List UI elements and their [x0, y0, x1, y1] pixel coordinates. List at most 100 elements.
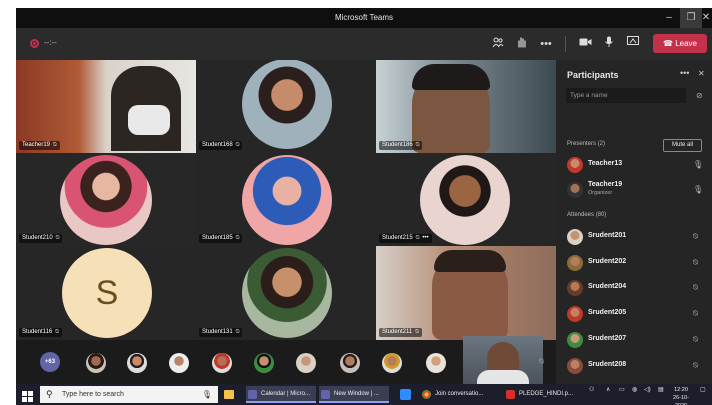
participant-name: Srudent205 [588, 309, 627, 316]
mic-icon[interactable]: 🎙 [693, 160, 703, 169]
participant-avatar[interactable] [127, 353, 147, 373]
camera-icon[interactable] [577, 36, 593, 52]
maximize-button[interactable]: ❐ [680, 8, 702, 28]
minimize-button[interactable]: – [658, 8, 680, 28]
taskbar-app-calendar[interactable]: Calendar | Micro... [246, 386, 316, 403]
video-tile[interactable]: Teacher19 ⍉ [16, 60, 196, 153]
video-tile[interactable]: Student211 ⍉ [376, 246, 556, 340]
avatar [567, 306, 583, 322]
mic-icon[interactable] [601, 36, 617, 52]
screen: Microsoft Teams – ❐ ✕ --:-- ••• ☎ Leave … [0, 0, 712, 405]
mic-muted-icon: ⍉ [415, 142, 420, 148]
participant-row[interactable]: Srudent204 ⍉ [567, 279, 707, 299]
raise-hand-icon[interactable] [514, 36, 530, 52]
mic-muted-icon[interactable]: ⍉ [693, 232, 698, 242]
participant-avatar[interactable] [254, 353, 274, 373]
participant-avatar[interactable] [212, 353, 232, 373]
task-label: Join conversatio... [435, 391, 484, 397]
task-label: PLEDGE_HINDI.p... [519, 391, 574, 397]
participant-avatar[interactable] [296, 353, 316, 373]
mic-muted-icon[interactable]: ⍉ [693, 283, 698, 293]
people-icon[interactable] [490, 36, 506, 52]
mic-muted-icon[interactable]: ⍉ [693, 258, 698, 268]
participant-row[interactable]: Teacher19 Organizer 🎙 [567, 181, 707, 201]
close-window-button[interactable]: ✕ [700, 8, 712, 28]
more-options-icon[interactable]: ••• [422, 235, 428, 241]
video-tile[interactable]: S Student116 ⍉ [16, 246, 196, 340]
participant-row[interactable]: Srudent201 ⍉ [567, 228, 707, 248]
task-label: Calendar | Micro... [261, 391, 310, 397]
participant-avatar[interactable] [382, 353, 402, 373]
battery-icon[interactable]: ▭ [619, 386, 625, 393]
mic-muted-icon[interactable]: ⍉ [693, 361, 698, 371]
participant-avatar[interactable] [340, 353, 360, 373]
participant-avatar[interactable] [169, 353, 189, 373]
title-bar: Microsoft Teams – ❐ ✕ [16, 8, 712, 28]
share-screen-icon[interactable] [625, 36, 641, 52]
windows-taskbar: ⚲ Type here to search 🎙 Calendar | Micro… [16, 384, 712, 405]
video-tile[interactable]: Student186 ⍉ [376, 60, 556, 153]
participant-name: Srudent202 [588, 258, 627, 265]
windows-start-icon[interactable] [22, 389, 33, 402]
file-explorer-icon[interactable] [224, 390, 234, 399]
volume-icon[interactable]: ◁) [644, 386, 651, 393]
recording-icon [30, 39, 39, 48]
participant-role: Organizer [588, 190, 613, 196]
notification-icon[interactable]: ▢ [700, 386, 706, 393]
chrome-icon [422, 390, 431, 399]
people-tray-icon[interactable]: ⚇ [589, 386, 594, 393]
zoom-icon[interactable] [400, 389, 411, 400]
self-mic-icon[interactable]: ⍉ [539, 357, 544, 367]
share-invite-icon[interactable]: ⊘ [696, 91, 703, 100]
taskbar-search-input[interactable]: ⚲ Type here to search 🎙 [40, 386, 218, 403]
participant-avatar[interactable] [86, 353, 106, 373]
leave-button[interactable]: ☎ Leave [653, 34, 707, 53]
participant-name: Student131 ⍉ [199, 328, 243, 337]
search-icon: ⚲ [46, 389, 53, 399]
video-tile[interactable]: Student210 ⍉ [16, 153, 196, 246]
voice-search-icon[interactable]: 🎙 [202, 386, 212, 403]
participant-row[interactable]: Srudent205 ⍉ [567, 305, 707, 325]
chevron-up-icon[interactable]: ∧ [606, 386, 610, 393]
window-title: Microsoft Teams [334, 13, 394, 22]
participant-name: Student185 ⍉ [199, 234, 243, 243]
system-clock[interactable]: 12:20 26-10-2020 [668, 386, 694, 405]
participant-name: Srudent207 [588, 335, 627, 342]
taskbar-app-join-conversation[interactable]: Join conversatio... [420, 386, 494, 403]
participant-row[interactable]: Teacher13 🎙 [567, 156, 707, 176]
presenters-heading[interactable]: Presenters (2) [567, 141, 605, 147]
mic-muted-icon: ⍉ [235, 142, 240, 148]
participant-name: Student186 ⍉ [379, 141, 423, 150]
taskbar-app-pledge-pdf[interactable]: PLEDGE_HINDI.p... [504, 386, 578, 403]
network-icon[interactable]: ◍ [632, 386, 637, 393]
participant-name: Student215 ⍉ ••• [379, 234, 432, 243]
participant-row[interactable]: Srudent202 ⍉ [567, 254, 707, 274]
keyboard-icon[interactable]: ▤ [658, 386, 664, 393]
panel-more-icon[interactable]: ••• [680, 68, 689, 78]
avatar [567, 182, 583, 198]
self-video-preview[interactable] [463, 336, 543, 385]
taskbar-app-new-window[interactable]: New Window | ... [319, 386, 389, 403]
participant-name: Srudent208 [588, 361, 627, 368]
participant-row[interactable]: Srudent208 ⍉ [567, 357, 707, 377]
video-tile[interactable]: Student131 ⍉ [196, 246, 376, 340]
pdf-icon [506, 390, 515, 399]
video-tile[interactable]: Student168 ⍉ [196, 60, 376, 153]
avatar-initial: S [62, 248, 152, 338]
participant-avatar[interactable] [426, 353, 446, 373]
mute-all-button[interactable]: Mute all [663, 139, 702, 152]
video-tile[interactable]: Student185 ⍉ [196, 153, 376, 246]
toolbar-divider [565, 36, 566, 52]
participant-name: Srudent204 [588, 283, 627, 290]
mic-icon[interactable]: 🎙 [693, 185, 703, 194]
panel-close-icon[interactable]: ✕ [698, 69, 705, 78]
mic-muted-icon[interactable]: ⍉ [693, 335, 698, 345]
participant-name: Student116 ⍉ [19, 328, 62, 337]
participant-row[interactable]: Srudent207 ⍉ [567, 331, 707, 351]
attendees-heading[interactable]: Attendees (80) [567, 212, 606, 218]
video-tile[interactable]: Student215 ⍉ ••• [376, 153, 556, 246]
more-actions-icon[interactable]: ••• [538, 36, 554, 52]
more-participants-badge[interactable]: +63 [40, 352, 60, 372]
participant-search-input[interactable]: Type a name [566, 88, 686, 103]
mic-muted-icon[interactable]: ⍉ [693, 309, 698, 319]
